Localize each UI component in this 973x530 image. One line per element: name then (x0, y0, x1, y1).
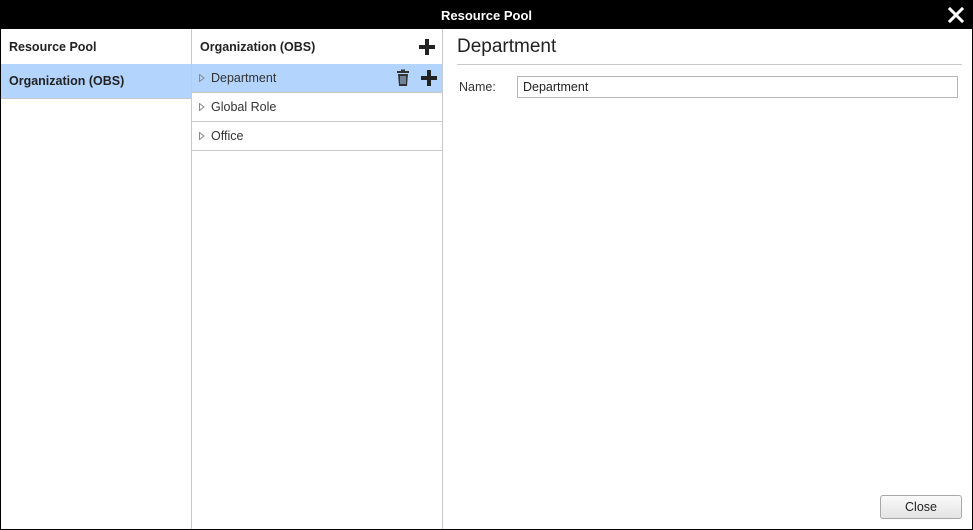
title-bar: Resource Pool (1, 1, 972, 29)
name-field-row: Name: (459, 76, 972, 98)
tree-header-label: Organization (OBS) (200, 39, 316, 54)
tree-row-label: Office (211, 129, 244, 143)
tree-row-global-role[interactable]: Global Role (192, 93, 442, 122)
tree-row-office[interactable]: Office (192, 122, 442, 151)
detail-panel: Department Name: Close (443, 29, 972, 529)
close-icon[interactable] (946, 5, 966, 25)
name-label: Name: (459, 80, 496, 94)
tree-header: Organization (OBS) (192, 29, 442, 64)
nav-item-label: Organization (OBS) (9, 74, 125, 88)
nav-header: Resource Pool (9, 39, 97, 54)
trash-icon[interactable] (394, 69, 412, 87)
tree-panel: Organization (OBS) Department Global Rol… (192, 29, 443, 529)
plus-icon[interactable] (420, 69, 438, 87)
caret-right-icon[interactable] (192, 103, 211, 111)
tree-row-label: Department (211, 71, 277, 85)
row-actions (394, 69, 438, 87)
resource-pool-dialog: Resource Pool Resource Pool Organization… (0, 0, 973, 530)
dialog-title: Resource Pool (440, 7, 533, 23)
plus-icon[interactable] (418, 38, 436, 56)
detail-title: Department (457, 29, 962, 65)
name-field[interactable] (517, 76, 958, 98)
nav-panel: Resource Pool Organization (OBS) (1, 29, 192, 529)
close-button[interactable]: Close (880, 495, 962, 519)
caret-right-icon[interactable] (192, 74, 211, 82)
tree-row-label: Global Role (211, 100, 277, 114)
tree-row-department[interactable]: Department (192, 64, 442, 93)
nav-item-organization[interactable]: Organization (OBS) (1, 64, 191, 99)
caret-right-icon[interactable] (192, 132, 211, 140)
